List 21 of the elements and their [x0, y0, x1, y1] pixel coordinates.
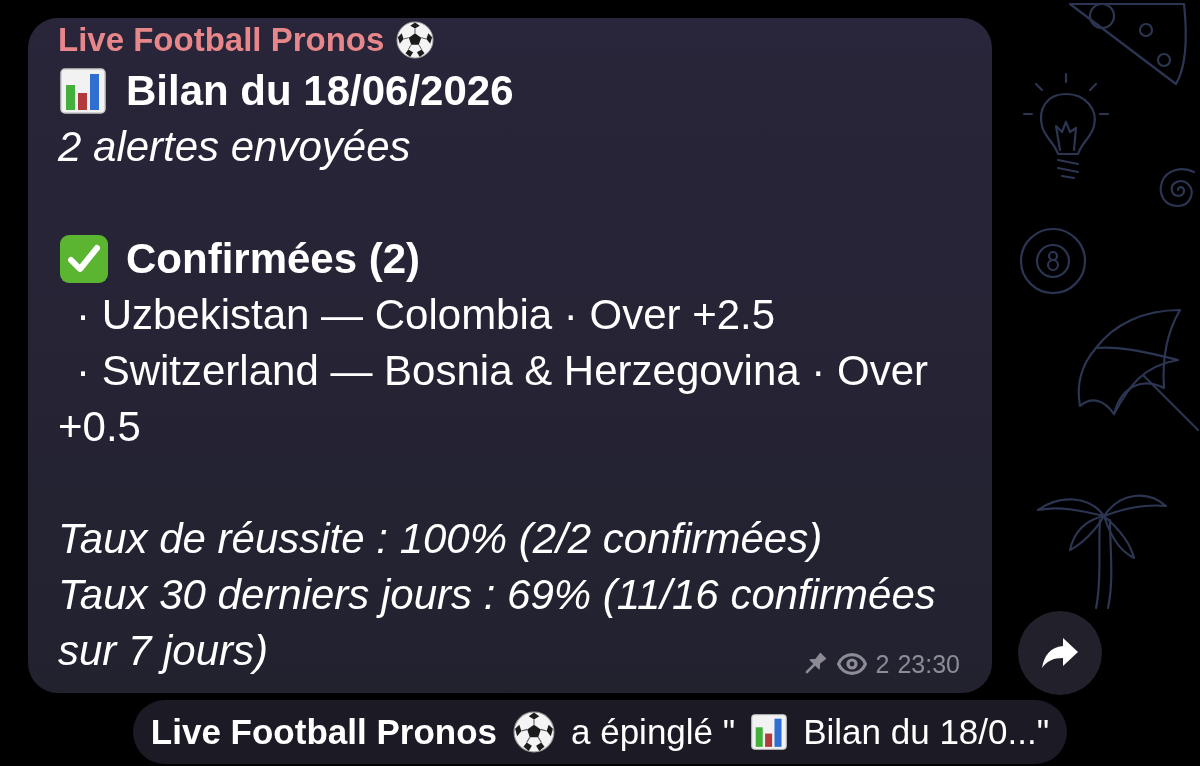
summary-line: 2 alertes envoyées — [58, 122, 411, 172]
soccer-ball-icon — [513, 711, 555, 753]
soccer-ball-icon — [396, 21, 435, 59]
pin-action: a épinglé " — [571, 712, 736, 752]
bet-line: · Uzbekistan — Colombia · Over +2.5 — [75, 290, 777, 340]
section-heading: Confirmées (2) — [126, 234, 421, 284]
forward-arrow-icon — [1041, 637, 1079, 669]
message-time: 23:30 — [897, 649, 960, 679]
check-mark-icon — [60, 235, 108, 283]
pinned-message-quote: Bilan du 18/0..." — [803, 712, 1050, 752]
summary-line: Taux de réussite : 100% (2/2 confirmées) — [58, 514, 823, 564]
summary-line: Taux 30 derniers jours : 69% (11/16 confirmées — [58, 570, 936, 620]
view-count: 2 — [875, 649, 890, 679]
sender-name[interactable]: Live Football Pronos — [58, 20, 385, 60]
billiard-ball-icon — [1018, 226, 1088, 296]
bet-line: · Switzerland — Bosnia & Herzegovina · Over +0.5 — [58, 346, 929, 452]
bar-chart-icon — [60, 68, 106, 114]
bar-chart-icon — [751, 714, 788, 750]
pin-actor: Live Football Pronos — [150, 712, 497, 752]
report-title: Bilan du 18/06/2026 — [126, 66, 514, 116]
summary-line: sur 7 jours) — [58, 626, 269, 676]
